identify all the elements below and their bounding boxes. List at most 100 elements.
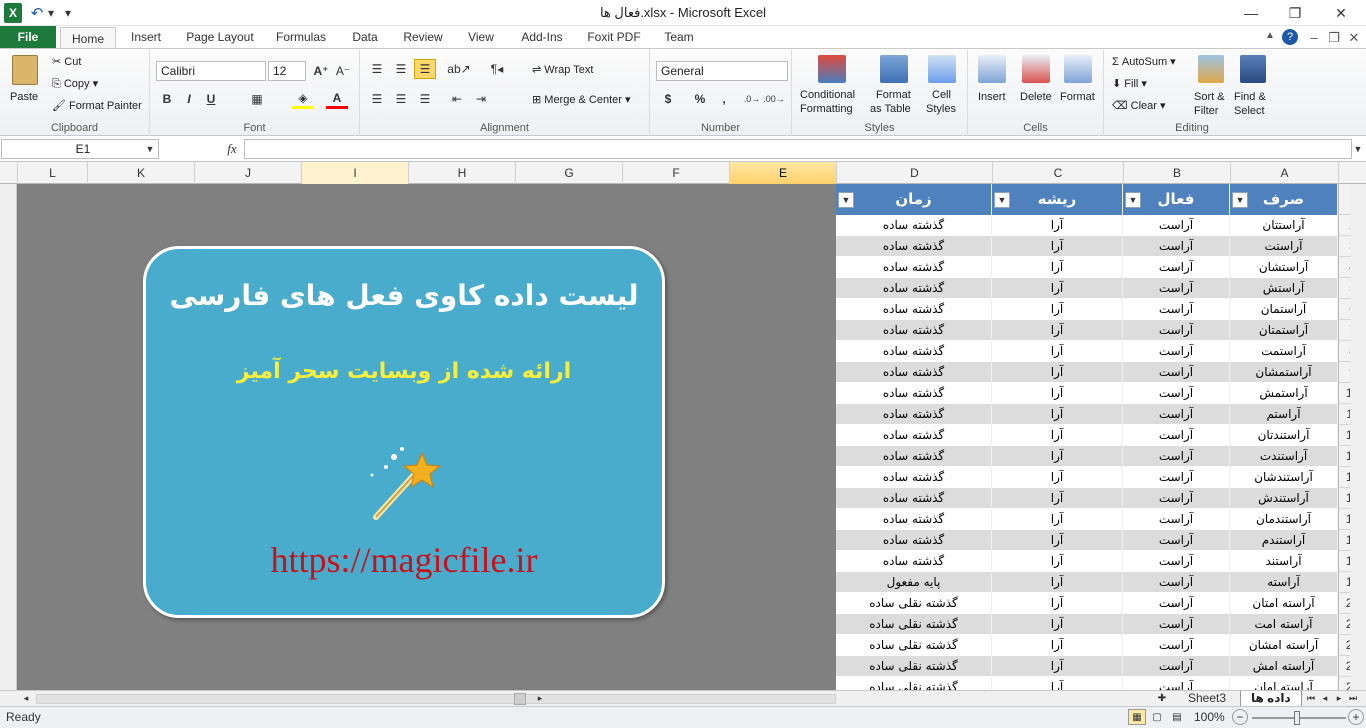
- tab-foxit-pdf[interactable]: Foxit PDF: [582, 26, 646, 48]
- column-header-d[interactable]: D: [836, 162, 992, 184]
- insert-cells-icon[interactable]: [978, 55, 1006, 83]
- table-cell[interactable]: آرا: [992, 362, 1123, 383]
- autosum-button[interactable]: Σ AutoSum ▾: [1112, 55, 1176, 68]
- font-name-select[interactable]: Calibri: [156, 61, 266, 81]
- paste-button[interactable]: Paste: [10, 91, 38, 103]
- table-cell[interactable]: آراست: [1123, 488, 1230, 509]
- table-cell[interactable]: گذشته ساده: [836, 530, 992, 551]
- table-cell[interactable]: آرا: [992, 509, 1123, 530]
- italic-button[interactable]: I: [180, 89, 198, 109]
- table-cell[interactable]: آراستمش: [1230, 383, 1338, 404]
- format-painter-button[interactable]: 🖌 Format Painter: [52, 99, 142, 112]
- table-cell[interactable]: گذشته ساده: [836, 341, 992, 362]
- table-cell[interactable]: آراستندتان: [1230, 425, 1338, 446]
- clear-button[interactable]: ⌫ Clear ▾: [1112, 99, 1166, 112]
- table-cell[interactable]: آرا: [992, 467, 1123, 488]
- table-cell[interactable]: آراستندت: [1230, 446, 1338, 467]
- table-cell[interactable]: گذشته ساده: [836, 509, 992, 530]
- table-cell[interactable]: گذشته نقلی ساده: [836, 677, 992, 690]
- panel-url[interactable]: https://magicfile.ir: [146, 539, 662, 581]
- format-as-table-icon[interactable]: [880, 55, 908, 83]
- table-cell[interactable]: آراست: [1123, 236, 1230, 257]
- table-cell[interactable]: آرا: [992, 320, 1123, 341]
- table-cell[interactable]: آرا: [992, 425, 1123, 446]
- font-size-select[interactable]: 12: [268, 61, 306, 81]
- sort-filter-line2[interactable]: Filter: [1194, 105, 1218, 117]
- text-direction-icon[interactable]: ¶◂: [484, 59, 510, 79]
- insert-function-button[interactable]: fx: [222, 140, 242, 158]
- column-header-g[interactable]: G: [515, 162, 622, 184]
- table-cell[interactable]: آرا: [992, 215, 1123, 236]
- table-cell[interactable]: آرا: [992, 635, 1123, 656]
- table-cell[interactable]: آراست: [1123, 530, 1230, 551]
- tab-review[interactable]: Review: [396, 26, 450, 48]
- table-cell[interactable]: آراست: [1123, 656, 1230, 677]
- orientation-icon[interactable]: ab↗: [446, 59, 472, 79]
- table-cell[interactable]: آراستندمان: [1230, 509, 1338, 530]
- formula-input[interactable]: [244, 139, 1352, 159]
- table-cell[interactable]: آرا: [992, 677, 1123, 690]
- cell-styles-icon[interactable]: [928, 55, 956, 83]
- table-cell[interactable]: آرا: [992, 236, 1123, 257]
- table-cell[interactable]: آراسته امشان: [1230, 635, 1338, 656]
- table-header-cell[interactable]: ریشه: [992, 184, 1123, 215]
- find-select-line2[interactable]: Select: [1234, 105, 1265, 117]
- table-cell[interactable]: آراسته: [1230, 572, 1338, 593]
- column-header-e[interactable]: E: [729, 162, 836, 184]
- table-cell[interactable]: آراسته امتان: [1230, 593, 1338, 614]
- table-cell[interactable]: آراستمان: [1230, 299, 1338, 320]
- column-header-k[interactable]: K: [87, 162, 194, 184]
- font-color-icon[interactable]: A: [326, 89, 348, 109]
- format-cells-icon[interactable]: [1064, 55, 1092, 83]
- sort-filter-line1[interactable]: Sort &: [1194, 91, 1225, 103]
- table-cell[interactable]: آراستت: [1230, 236, 1338, 257]
- window-minimize-icon[interactable]: –: [1306, 30, 1322, 45]
- table-cell[interactable]: آراست: [1123, 362, 1230, 383]
- table-cell[interactable]: آراست: [1123, 467, 1230, 488]
- tab-add-ins[interactable]: Add-Ins: [512, 26, 572, 48]
- table-cell[interactable]: آراستم: [1230, 404, 1338, 425]
- paste-icon[interactable]: [12, 55, 38, 85]
- restore-button[interactable]: ❐: [1281, 2, 1309, 24]
- table-cell[interactable]: آراستندشان: [1230, 467, 1338, 488]
- grow-font-icon[interactable]: A⁺: [312, 61, 330, 81]
- table-cell[interactable]: آراستندش: [1230, 488, 1338, 509]
- table-cell[interactable]: آرا: [992, 488, 1123, 509]
- table-cell[interactable]: آرا: [992, 530, 1123, 551]
- conditional-formatting-icon[interactable]: [818, 55, 846, 83]
- format-as-table-line1[interactable]: Format: [876, 89, 911, 101]
- split-box[interactable]: [0, 184, 17, 690]
- table-cell[interactable]: آرا: [992, 551, 1123, 572]
- table-cell[interactable]: آرا: [992, 299, 1123, 320]
- table-cell[interactable]: گذشته ساده: [836, 383, 992, 404]
- next-sheet-icon[interactable]: ▸: [1332, 691, 1346, 706]
- zoom-in-button[interactable]: +: [1348, 709, 1364, 725]
- table-cell[interactable]: آراستندم: [1230, 530, 1338, 551]
- table-cell[interactable]: گذشته ساده: [836, 425, 992, 446]
- borders-icon[interactable]: ▦: [246, 89, 268, 109]
- table-cell[interactable]: آراستمتان: [1230, 320, 1338, 341]
- increase-decimal-icon[interactable]: .0→: [742, 89, 762, 109]
- table-cell[interactable]: آراسته امش: [1230, 656, 1338, 677]
- table-cell[interactable]: گذشته نقلی ساده: [836, 656, 992, 677]
- align-right-icon[interactable]: ☰: [414, 89, 436, 109]
- zoom-out-button[interactable]: −: [1232, 709, 1248, 725]
- find-select-line1[interactable]: Find &: [1234, 91, 1266, 103]
- page-layout-view-icon[interactable]: ▢: [1148, 709, 1166, 725]
- table-cell[interactable]: آراست: [1123, 677, 1230, 690]
- table-cell[interactable]: گذشته نقلی ساده: [836, 593, 992, 614]
- table-cell[interactable]: آراسته امان: [1230, 677, 1338, 690]
- name-box[interactable]: E1: [1, 139, 159, 159]
- vertical-scrollbar[interactable]: [1350, 184, 1366, 690]
- table-cell[interactable]: گذشته ساده: [836, 488, 992, 509]
- table-cell[interactable]: گذشته ساده: [836, 467, 992, 488]
- align-top-icon[interactable]: ☰: [366, 59, 388, 79]
- percent-button[interactable]: %: [690, 89, 710, 109]
- table-cell[interactable]: آراست: [1123, 383, 1230, 404]
- fill-button[interactable]: ⬇ Fill ▾: [1112, 77, 1147, 90]
- select-all-corner[interactable]: [1338, 162, 1366, 184]
- tab-data[interactable]: Data: [344, 26, 386, 48]
- tab-team[interactable]: Team: [656, 26, 702, 48]
- decrease-decimal-icon[interactable]: .00→: [763, 89, 785, 109]
- table-cell[interactable]: آرا: [992, 593, 1123, 614]
